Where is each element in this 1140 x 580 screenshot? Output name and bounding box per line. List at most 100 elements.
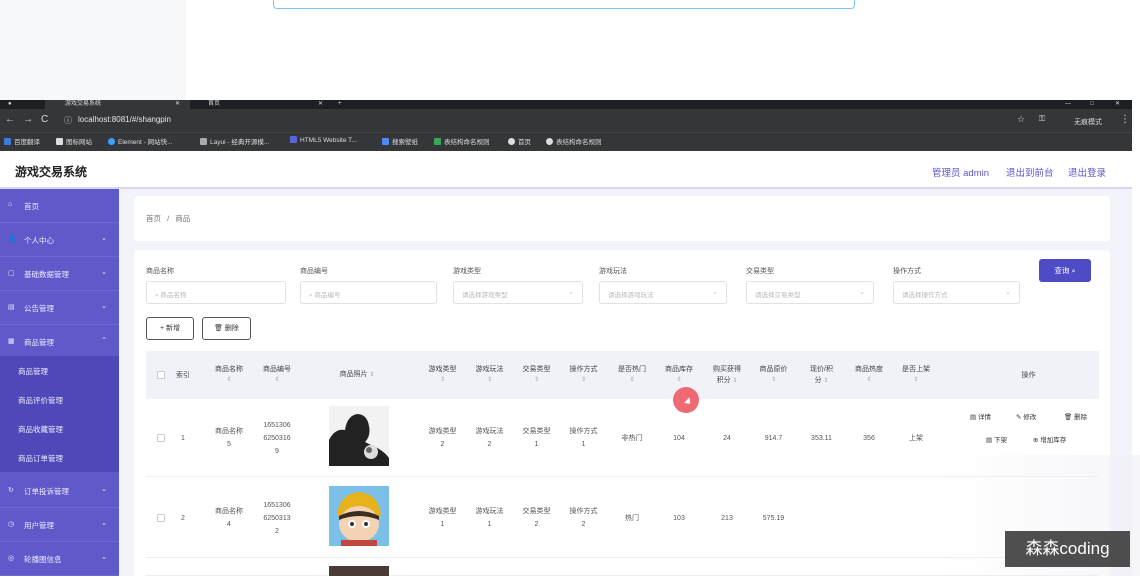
query-button[interactable]: 查询 ⌕ [1039, 259, 1091, 282]
sort-icon: ⇕ [770, 377, 777, 383]
sidebar-item-notice[interactable]: ▤ 公告管理 ⌄ [0, 291, 119, 325]
close-tab-icon[interactable]: ✕ [318, 100, 323, 109]
forward-icon[interactable]: → [23, 114, 33, 125]
goods-name-input[interactable]: ⌕ 商品名称 [146, 281, 286, 304]
breadcrumb-home[interactable]: 首页 [146, 214, 161, 223]
column-header[interactable]: 购买获得 积分 ⇕ [704, 351, 750, 399]
sidebar-subitem-orders[interactable]: 商品订单管理 [0, 443, 119, 472]
maximize-icon[interactable]: □ [1090, 100, 1094, 109]
column-header[interactable]: 操作方式 ⇕ [561, 351, 606, 399]
key-icon[interactable]: ⚿ [1039, 114, 1045, 124]
cell-points: 213 [721, 514, 733, 522]
sidebar-subitem-goods[interactable]: 商品管理 [0, 356, 119, 385]
cell-trade-type: 交易类型 1 [522, 428, 551, 448]
bookmark-item[interactable]: 图标网站 [56, 136, 92, 146]
column-header[interactable]: 是否热门 ⇕ [609, 351, 655, 399]
column-header[interactable]: 商品编号 ⇕ [253, 351, 301, 399]
batch-delete-button[interactable]: 🗑 删除 [202, 317, 251, 340]
sidebar-item-goods[interactable]: ▦ 商品管理 ⌃ [0, 325, 119, 359]
column-header[interactable]: 商品热度 ⇕ [846, 351, 892, 399]
column-header[interactable]: 商品原价 ⇕ [750, 351, 797, 399]
close-window-icon[interactable]: ✕ [1115, 100, 1120, 109]
goods-icon: ▦ [8, 338, 15, 345]
breadcrumb: 首页 / 商品 [146, 214, 191, 223]
detail-button[interactable]: ▤ 详情 [970, 411, 991, 421]
sort-icon: ⇕ [913, 377, 919, 383]
select-all-checkbox[interactable] [157, 371, 165, 379]
sidebar-item-home[interactable]: ⌂ 首页 [0, 189, 119, 223]
goods-photo[interactable] [329, 486, 389, 546]
column-header: 索引 [173, 351, 193, 399]
bookmark-item[interactable]: 表结构命名规则 [546, 136, 602, 146]
incognito-label[interactable]: 无痕模式 [1074, 117, 1102, 127]
column-header[interactable]: 是否上架 ⇕ [893, 351, 939, 399]
sort-icon: ⇕ [367, 372, 375, 378]
bookmark-item[interactable]: Element - 网站快... [108, 136, 173, 146]
column-header[interactable]: 游戏类型 ⇕ [420, 351, 465, 399]
column-header[interactable]: 交易类型 ⇕ [514, 351, 559, 399]
sidebar-item-users[interactable]: ◷ 用户管理 ⌄ [0, 508, 119, 542]
sort-icon: ⇕ [866, 377, 872, 383]
url-field[interactable]: localhost:8081/#/shangpin [78, 115, 171, 124]
exit-to-front-link[interactable]: 退出到前台 [1006, 165, 1054, 179]
cell-game-type: 游戏类型 2 [428, 428, 457, 448]
bookmark-item[interactable]: HTML5 Website T... [290, 136, 357, 144]
minimize-icon[interactable]: — [1065, 100, 1071, 109]
close-tab-icon[interactable]: ✕ [175, 100, 180, 109]
back-icon[interactable]: ← [5, 114, 15, 125]
info-icon[interactable]: ⓘ [64, 115, 72, 126]
bookmark-item[interactable]: 搜索壁纸 [382, 136, 418, 146]
goods-code-input[interactable]: ⌕ 商品编号 [300, 281, 437, 304]
admin-link[interactable]: 管理员 admin [932, 165, 989, 179]
bookmark-item[interactable]: 首页 [508, 136, 531, 146]
add-stock-button[interactable]: ⊕ 增加库存 [1033, 434, 1066, 444]
column-header-label: 操作方式 [569, 366, 598, 373]
delete-button[interactable]: 🗑 删除 [1064, 411, 1087, 421]
sidebar-subitem-reviews[interactable]: 商品评价管理 [0, 385, 119, 414]
trade-type-select[interactable]: 请选择交易类型 ⌄ [746, 281, 874, 304]
bookmark-item[interactable]: 表结构命名规则 [434, 136, 490, 146]
star-icon[interactable]: ☆ [1017, 114, 1025, 125]
new-tab-icon[interactable]: + [338, 100, 342, 109]
sidebar-item-complaints[interactable]: ↻ 订单投诉管理 ⌄ [0, 474, 119, 508]
cell-name: 商品名称 4 [215, 508, 243, 528]
cell-op-mode: 操作方式 1 [569, 428, 598, 448]
row-checkbox[interactable] [157, 434, 165, 442]
column-header-label: 操作 [1021, 371, 1036, 379]
sort-icon: ⇕ [730, 377, 738, 384]
cell-game-play: 游戏玩法 1 [475, 508, 504, 528]
breadcrumb-panel [134, 196, 1110, 241]
column-header: 操作 [958, 351, 1099, 399]
game-play-select[interactable]: 请选择游戏玩法 ⌄ [599, 281, 727, 304]
sidebar-item-basedata[interactable]: ▢ 基础数据管理 ⌄ [0, 257, 119, 291]
user-icon: 👤 [8, 236, 17, 243]
filter-label: 操作方式 [893, 268, 921, 275]
menu-icon[interactable]: ⋮ [1120, 114, 1130, 125]
edit-button[interactable]: ✎ 修改 [1016, 411, 1036, 421]
sidebar-item-carousel[interactable]: ◎ 轮播图信息 ⌄ [0, 542, 119, 576]
add-button[interactable]: + 新增 [146, 317, 194, 340]
bookmark-item[interactable]: Layui - 经典开源模... [200, 136, 269, 146]
column-header[interactable]: 商品照片 ⇕ [303, 351, 411, 399]
sidebar-subitem-favorites[interactable]: 商品收藏管理 [0, 414, 119, 443]
cell-stock: 103 [673, 514, 685, 522]
top-search-input[interactable] [273, 0, 855, 9]
reload-icon[interactable]: C [41, 114, 48, 125]
cell-original-price: 914.7 [764, 434, 783, 442]
goods-photo[interactable] [329, 566, 389, 576]
unshelve-button[interactable]: ▤ 下架 [986, 434, 1007, 444]
column-header-label: 索引 [176, 371, 190, 379]
sidebar-item-personal[interactable]: 👤 个人中心 ⌄ [0, 223, 119, 257]
browser-tab-label[interactable]: 游戏交易系统 [65, 100, 101, 109]
operation-mode-select[interactable]: 请选择操作方式 ⌄ [893, 281, 1020, 304]
window-control-icon[interactable]: ● [8, 100, 12, 109]
bookmark-item[interactable]: 百度翻译 [4, 136, 40, 146]
logout-link[interactable]: 退出登录 [1068, 165, 1106, 179]
column-header[interactable]: 商品名称 ⇕ [205, 351, 253, 399]
goods-photo[interactable] [329, 406, 389, 466]
browser-tab-label[interactable]: 首页 [208, 100, 220, 109]
game-type-select[interactable]: 请选择游戏类型 ⌄ [453, 281, 583, 304]
row-checkbox[interactable] [157, 514, 165, 522]
column-header[interactable]: 现价/积分 ⇕ [798, 351, 845, 399]
column-header[interactable]: 游戏玩法 ⇕ [467, 351, 512, 399]
